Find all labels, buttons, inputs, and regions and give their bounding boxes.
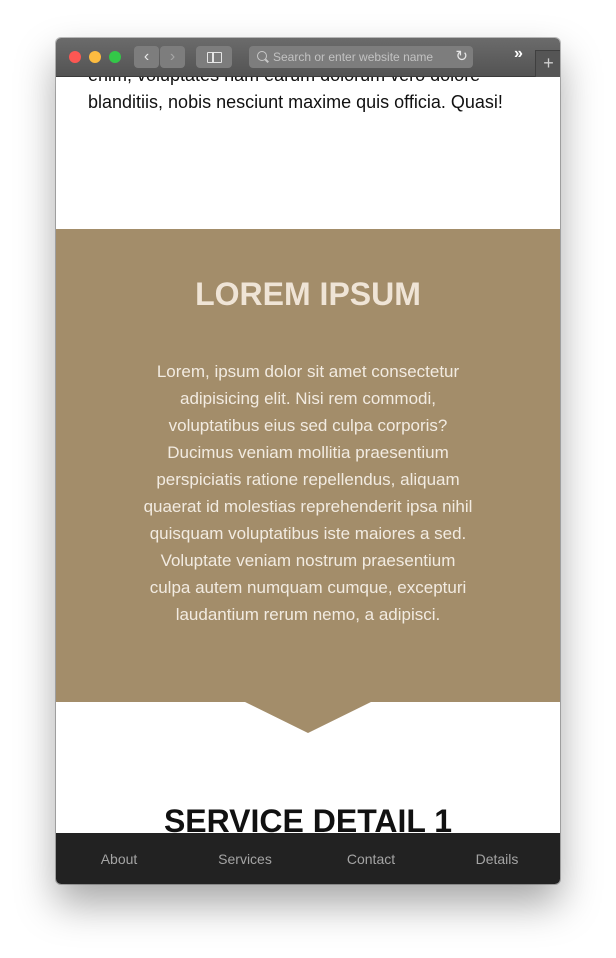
- sidebar-toggle-button[interactable]: [196, 46, 232, 68]
- history-navigation: ‹ ›: [134, 46, 185, 68]
- zoom-window-button[interactable]: [109, 51, 121, 63]
- lorem-ipsum-section: LOREM IPSUM Lorem, ipsum dolor sit amet …: [56, 229, 560, 702]
- nav-link-details[interactable]: Details: [434, 851, 560, 867]
- address-input[interactable]: [273, 46, 453, 68]
- minimize-window-button[interactable]: [89, 51, 101, 63]
- section-paragraph: Lorem, ipsum dolor sit amet consectetur …: [143, 362, 473, 624]
- address-bar[interactable]: ↻: [249, 46, 473, 68]
- browser-toolbar: ‹ › ↻ » +: [56, 38, 560, 77]
- section-arrow-decoration: [243, 701, 373, 733]
- browser-window: enim, voluptates nam earum dolorum vero …: [56, 38, 560, 884]
- new-tab-button[interactable]: +: [535, 50, 560, 77]
- search-icon: [257, 51, 267, 61]
- bottom-navigation: About Services Contact Details: [56, 833, 560, 884]
- nav-link-about[interactable]: About: [56, 851, 182, 867]
- page-content: enim, voluptates nam earum dolorum vero …: [56, 38, 560, 884]
- close-window-button[interactable]: [69, 51, 81, 63]
- sidebar-icon: [207, 52, 222, 63]
- nav-link-contact[interactable]: Contact: [308, 851, 434, 867]
- nav-link-services[interactable]: Services: [182, 851, 308, 867]
- reload-icon[interactable]: ↻: [455, 47, 468, 67]
- section-heading: LOREM IPSUM: [195, 276, 421, 312]
- back-button[interactable]: ‹: [134, 46, 159, 68]
- forward-button[interactable]: ›: [160, 46, 185, 68]
- toolbar-overflow-icon[interactable]: »: [514, 45, 523, 63]
